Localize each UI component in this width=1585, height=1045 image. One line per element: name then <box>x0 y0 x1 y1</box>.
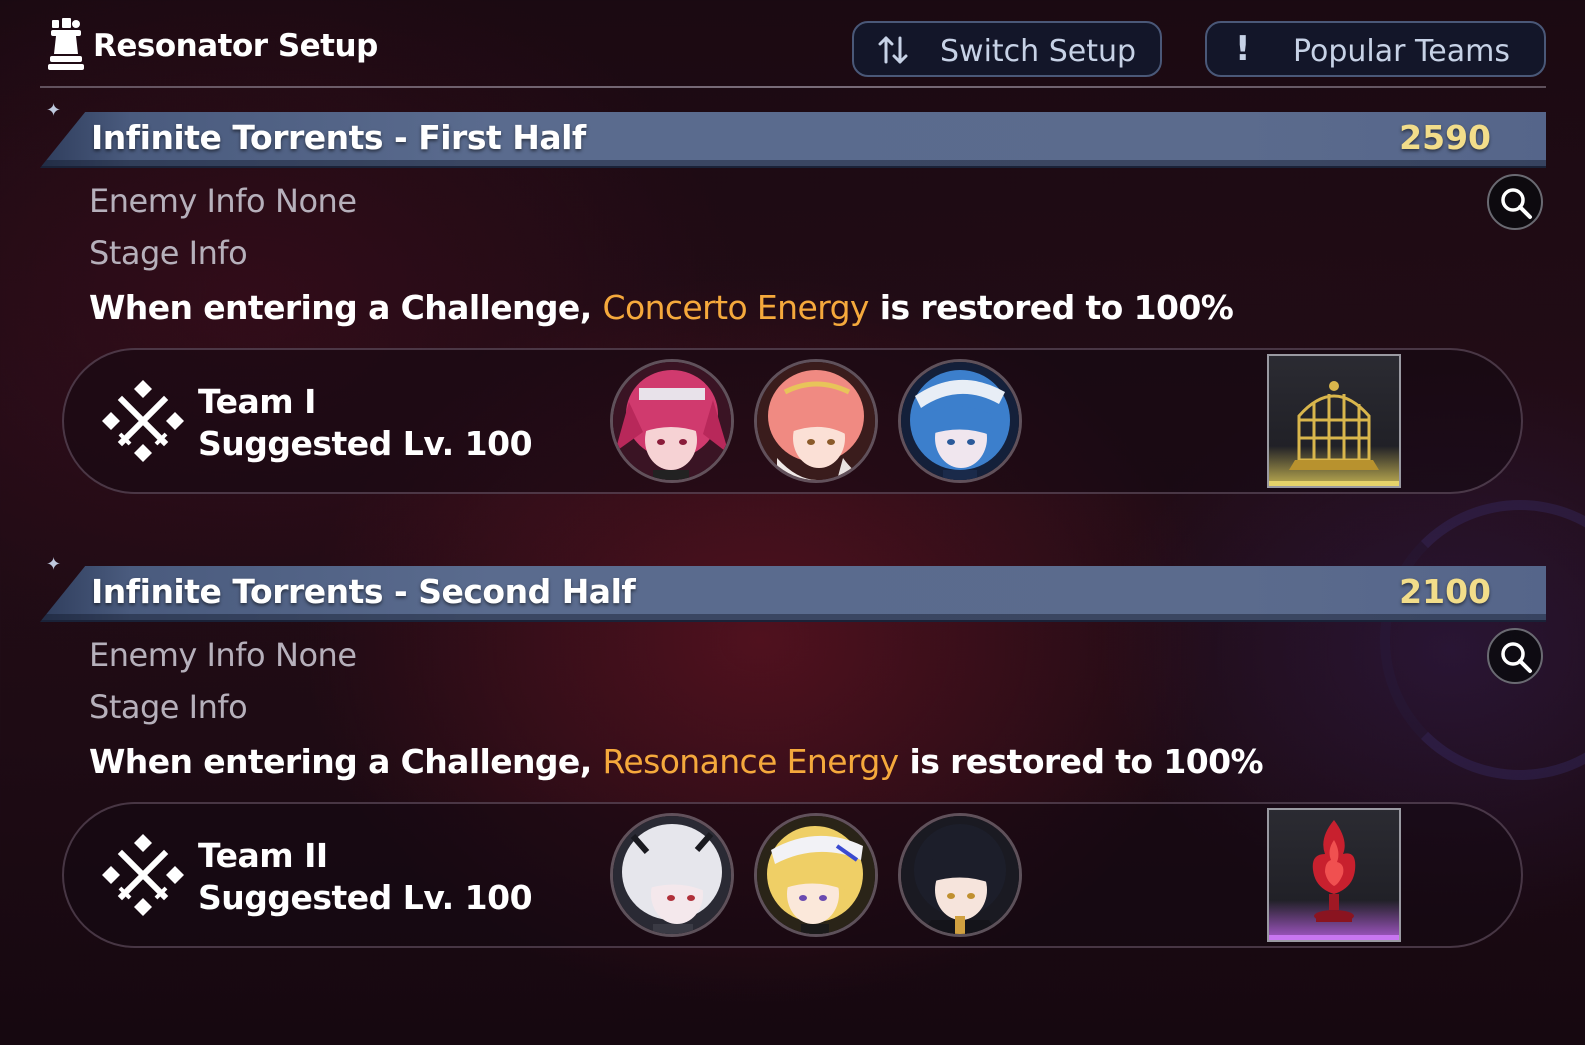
effect-suffix: is restored to 100% <box>879 288 1234 327</box>
enemy-info-value: None <box>275 182 357 220</box>
popular-teams-label: Popular Teams <box>1293 34 1510 69</box>
exclamation-icon: ! <box>1235 29 1251 69</box>
stage-info-label: Stage Info <box>89 688 248 726</box>
golden-cage-icon <box>1289 381 1379 470</box>
effect-suffix: is restored to 100% <box>909 742 1264 781</box>
team-name: Team I <box>198 382 316 421</box>
resonator-portrait-blue-hair[interactable] <box>898 359 1022 483</box>
header-divider <box>40 86 1546 88</box>
stage-effect-text: When entering a Challenge, Concerto Ener… <box>89 288 1234 327</box>
effect-prefix: When entering a Challenge, <box>89 288 592 327</box>
page-title: Resonator Setup <box>93 28 378 64</box>
swap-arrows-icon <box>878 36 908 64</box>
crossed-swords-emblem-icon <box>102 380 184 462</box>
effect-highlight: Concerto Energy <box>602 288 870 327</box>
effect-prefix: When entering a Challenge, <box>89 742 592 781</box>
enemy-info-value: None <box>275 636 357 674</box>
stage-score: 2590 <box>1399 118 1491 157</box>
enemy-search-button[interactable] <box>1487 628 1543 684</box>
stage-effect-text: When entering a Challenge, Resonance Ene… <box>89 742 1264 781</box>
popular-teams-button[interactable]: ! Popular Teams <box>1205 21 1546 77</box>
background-decoration <box>1380 500 1585 780</box>
suggested-level: Suggested Lv. 100 <box>198 424 533 463</box>
stage-info-label: Stage Info <box>89 234 248 272</box>
search-icon <box>1501 642 1532 673</box>
enemy-info: Enemy Info None <box>89 182 357 220</box>
stage-title: Infinite Torrents - First Half <box>91 118 586 157</box>
resonator-portrait-blonde-hair[interactable] <box>754 813 878 937</box>
resonator-portrait-white-hair[interactable] <box>610 813 734 937</box>
enemy-search-button[interactable] <box>1487 174 1543 230</box>
red-flame-trophy-icon <box>1312 820 1356 922</box>
enemy-info-label: Enemy Info <box>89 182 266 220</box>
resonator-portrait-pink-hair[interactable] <box>610 359 734 483</box>
switch-setup-button[interactable]: Switch Setup <box>852 21 1162 77</box>
crossed-swords-emblem-icon <box>102 834 184 916</box>
sparkle-icon: ✦ <box>46 100 62 121</box>
effect-highlight: Resonance Energy <box>602 742 900 781</box>
suggested-level: Suggested Lv. 100 <box>198 878 533 917</box>
resonator-portrait-coral-hair[interactable] <box>754 359 878 483</box>
stage-title: Infinite Torrents - Second Half <box>91 572 636 611</box>
team-card[interactable]: Team II Suggested Lv. 100 <box>62 802 1523 948</box>
resonator-portrait-black-hair[interactable] <box>898 813 1022 937</box>
team-name: Team II <box>198 836 328 875</box>
stage-score: 2100 <box>1399 572 1491 611</box>
enemy-info: Enemy Info None <box>89 636 357 674</box>
search-icon <box>1501 188 1532 219</box>
chess-pieces-icon <box>48 18 84 70</box>
echo-slot-red-flame[interactable] <box>1267 808 1401 942</box>
sparkle-icon: ✦ <box>46 554 62 575</box>
header: Resonator Setup Switch Setup ! Popular T… <box>0 0 1585 90</box>
team-card[interactable]: Team I Suggested Lv. 100 <box>62 348 1523 494</box>
switch-setup-label: Switch Setup <box>940 34 1137 69</box>
enemy-info-label: Enemy Info <box>89 636 266 674</box>
echo-slot-golden-cage[interactable] <box>1267 354 1401 488</box>
